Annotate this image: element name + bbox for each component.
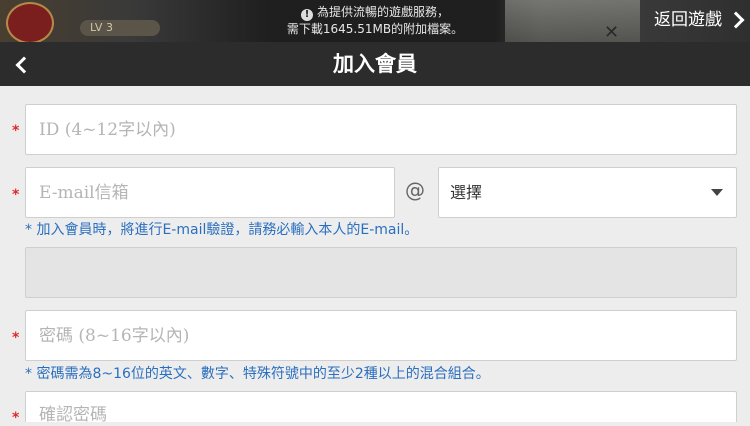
email-domain-select[interactable]: 選擇 [438, 167, 737, 218]
required-mark: * [12, 187, 20, 203]
password-input[interactable] [39, 311, 736, 360]
info-icon: ! [300, 9, 313, 21]
page-header: 加入會員 [0, 42, 750, 86]
id-input[interactable] [39, 105, 736, 154]
game-close-icon: ✕ [604, 22, 620, 42]
back-to-game-button[interactable]: 返回遊戲 [654, 8, 745, 32]
confirm-password-field[interactable] [25, 391, 737, 425]
back-to-game-label: 返回遊戲 [654, 10, 722, 30]
email-domain-value: 選擇 [450, 183, 483, 202]
required-mark: * [12, 123, 20, 139]
password-hint: * 密碼需為8~16位的英文、數字、特殊符號中的至少2種以上的混合組合。 [25, 366, 490, 382]
game-hud-badge [6, 2, 54, 42]
game-level-badge: LV 3 [80, 20, 160, 36]
required-mark: * [12, 330, 20, 346]
at-symbol: @ [405, 178, 425, 202]
confirm-password-input[interactable] [39, 405, 736, 425]
page-title: 加入會員 [333, 52, 417, 76]
email-field[interactable] [25, 167, 395, 218]
notice-line-1: 為提供流暢的遊戲服務， [316, 5, 449, 19]
download-notice: ! 為提供流暢的遊戲服務， 需下載1645.51MB的附加檔案。 [250, 4, 500, 40]
required-mark: * [12, 410, 20, 426]
chevron-right-icon [727, 11, 745, 29]
game-hud-card [505, 0, 640, 42]
disabled-field [25, 247, 737, 298]
notice-line-2: 需下載1645.51MB的附加檔案。 [286, 22, 464, 36]
back-button[interactable] [8, 50, 36, 78]
email-input[interactable] [39, 168, 394, 217]
caret-down-icon [711, 189, 723, 196]
chevron-left-icon [15, 56, 33, 74]
password-field[interactable] [25, 310, 737, 361]
email-hint: * 加入會員時，將進行E-mail驗證，請務必輸入本人的E-mail。 [25, 222, 419, 238]
id-field[interactable] [25, 104, 737, 155]
game-banner: LV 3 ✕ ! 為提供流暢的遊戲服務， 需下載1645.51MB的附加檔案。 返… [0, 0, 750, 42]
